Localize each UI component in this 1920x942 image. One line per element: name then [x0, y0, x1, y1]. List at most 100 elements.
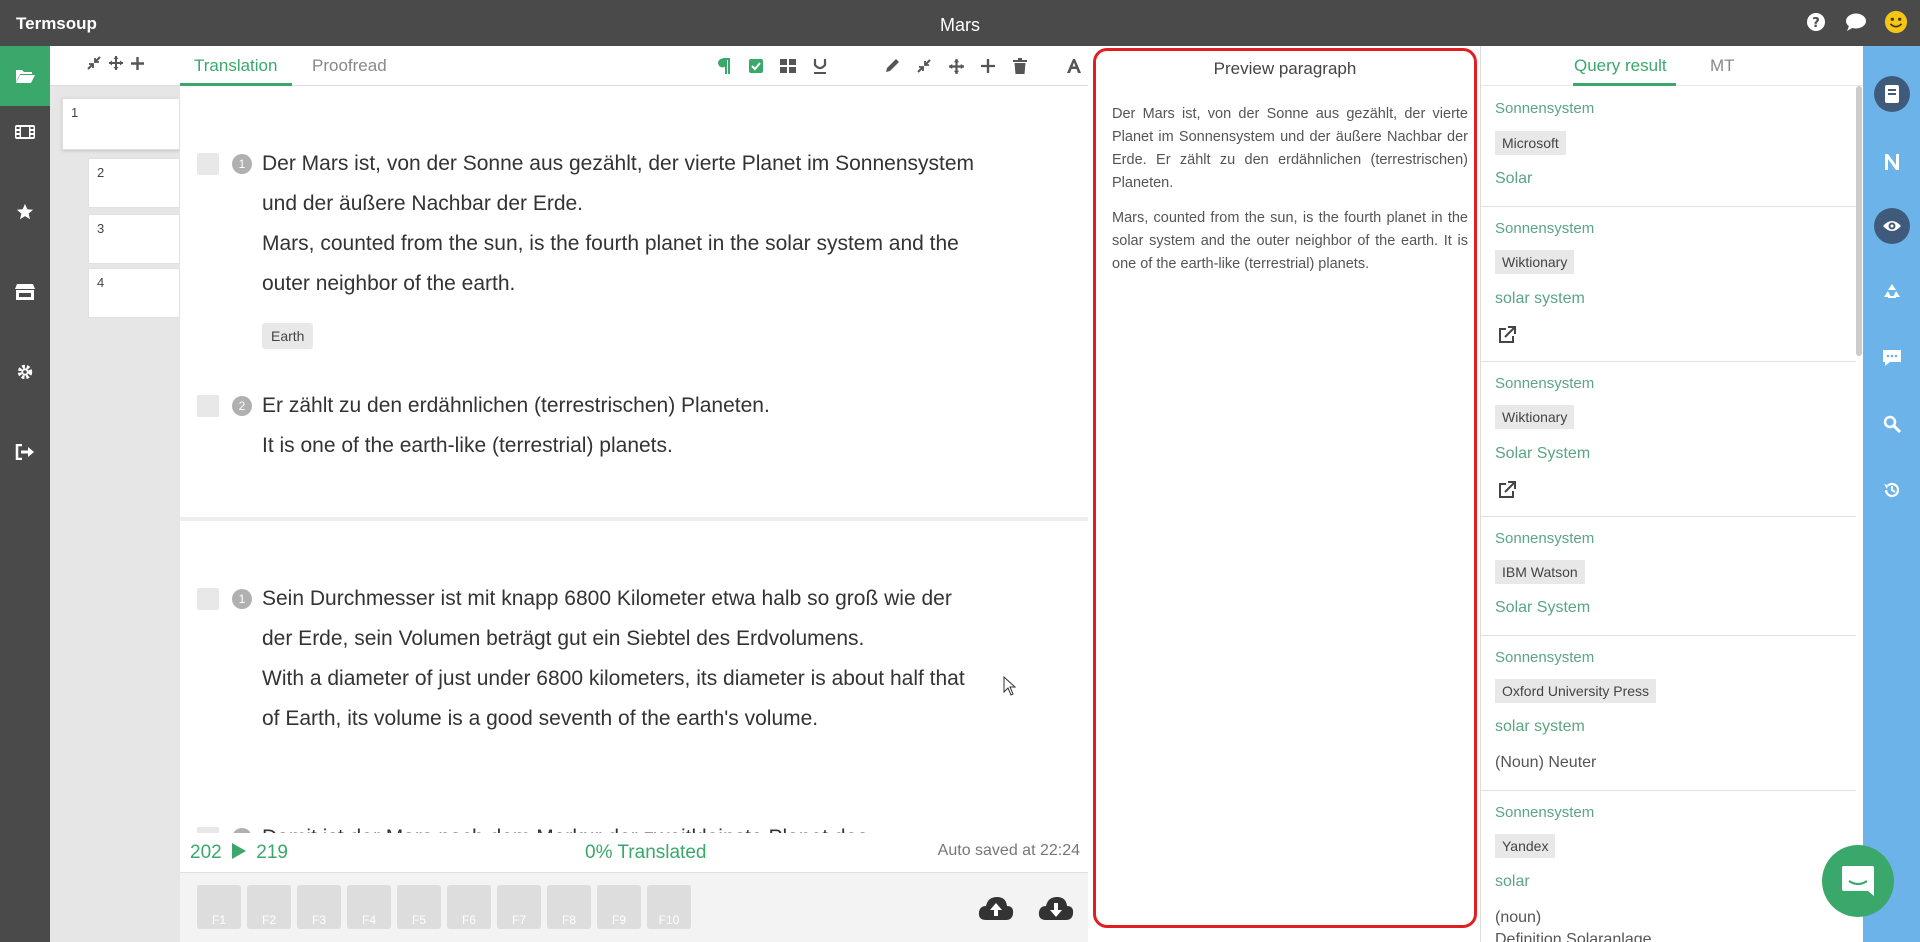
- term-chip[interactable]: Earth: [262, 323, 314, 349]
- page-thumb[interactable]: 4: [88, 268, 180, 318]
- move-icon[interactable]: [946, 54, 966, 78]
- segment-source[interactable]: Damit ist der Mars nach dem Merkur der z…: [262, 818, 982, 833]
- segment-target[interactable]: With a diameter of just under 6800 kilom…: [262, 659, 982, 739]
- comment-icon[interactable]: [1863, 338, 1920, 378]
- chat-icon: [1842, 866, 1874, 896]
- query-result-card[interactable]: Sonnensystem IBM Watson Solar System: [1481, 517, 1856, 636]
- plus-icon[interactable]: [130, 56, 144, 75]
- paragraph-icon[interactable]: [714, 54, 734, 78]
- active-tab-indicator: [180, 83, 292, 86]
- plus-icon[interactable]: [978, 54, 998, 78]
- external-link-icon[interactable]: [1497, 325, 1519, 347]
- segment-number: 2: [232, 828, 252, 833]
- preview-target-text: Mars, counted from the sun, is the fourt…: [1112, 210, 1468, 272]
- function-key[interactable]: F2: [247, 885, 291, 929]
- function-key[interactable]: F1: [197, 885, 241, 929]
- star-icon[interactable]: [0, 182, 50, 242]
- result-note: Definition Solaranlage: [1495, 931, 1652, 942]
- support-chat-button[interactable]: [1822, 845, 1894, 917]
- font-icon[interactable]: [1064, 54, 1084, 78]
- query-result-card[interactable]: Sonnensystem Wiktionary solar system: [1481, 207, 1856, 362]
- segment-source[interactable]: Er zählt zu den erdähnlichen (terrestris…: [262, 386, 982, 426]
- tab-mt[interactable]: MT: [1710, 56, 1735, 76]
- compress-icon[interactable]: [86, 56, 101, 75]
- result-note: (noun): [1495, 909, 1542, 926]
- sign-out-icon[interactable]: [0, 422, 50, 482]
- recycle-icon[interactable]: [1863, 272, 1920, 312]
- function-key[interactable]: F3: [297, 885, 341, 929]
- result-target[interactable]: Solar System: [1495, 445, 1590, 463]
- result-source: Wiktionary: [1495, 250, 1575, 274]
- mouse-cursor: [1003, 675, 1017, 696]
- search-icon[interactable]: [1863, 404, 1920, 444]
- left-nav: [0, 46, 50, 942]
- compress-icon[interactable]: [914, 54, 934, 78]
- translation-progress: 0% Translated: [585, 842, 707, 863]
- preview-title: Preview paragraph: [1213, 59, 1357, 78]
- pencil-icon[interactable]: [882, 54, 902, 78]
- result-target[interactable]: solar system: [1495, 290, 1585, 308]
- store-icon[interactable]: [0, 262, 50, 322]
- function-key[interactable]: F8: [547, 885, 591, 929]
- result-target[interactable]: solar system: [1495, 718, 1585, 736]
- cloud-download-icon[interactable]: [1038, 893, 1074, 923]
- page-thumb[interactable]: 2: [88, 158, 180, 208]
- tab-proofread[interactable]: Proofread: [312, 56, 387, 76]
- check-square-icon[interactable]: [746, 54, 766, 78]
- query-result-card[interactable]: Sonnensystem Microsoft Solar: [1481, 87, 1856, 207]
- query-scrollbar[interactable]: [1856, 86, 1862, 356]
- result-target[interactable]: Solar System: [1495, 599, 1590, 617]
- result-term: Sonnensystem: [1495, 375, 1595, 392]
- page-thumb[interactable]: 1: [62, 98, 180, 150]
- film-icon[interactable]: [0, 102, 50, 162]
- function-key[interactable]: F7: [497, 885, 541, 929]
- query-result-card[interactable]: Sonnensystem Wiktionary Solar System: [1481, 362, 1856, 517]
- segment-checkbox[interactable]: [197, 827, 219, 833]
- segment-checkbox[interactable]: [197, 588, 219, 610]
- notebook-icon[interactable]: [1863, 74, 1920, 114]
- eye-icon[interactable]: [1863, 206, 1920, 246]
- tab-query-result[interactable]: Query result: [1574, 56, 1667, 76]
- autosave-status: Auto saved at 22:24: [937, 842, 1080, 859]
- underline-icon[interactable]: [810, 54, 830, 78]
- segment-source[interactable]: Der Mars ist, von der Sonne aus gezählt,…: [262, 144, 982, 224]
- segment-checkbox[interactable]: [197, 153, 219, 175]
- result-target[interactable]: Solar: [1495, 170, 1532, 188]
- page-thumb[interactable]: 3: [88, 214, 180, 264]
- function-key[interactable]: F4: [347, 885, 391, 929]
- top-bar: Termsoup Mars ?: [0, 0, 1920, 46]
- segment-source[interactable]: Sein Durchmesser ist mit knapp 6800 Kilo…: [262, 579, 982, 659]
- function-key[interactable]: F10: [647, 885, 691, 929]
- query-tabs: Query result MT: [1481, 46, 1864, 86]
- query-result-card[interactable]: Sonnensystem Yandex solar (noun) Definit…: [1481, 791, 1856, 942]
- editor-tabs: Translation Proofread: [180, 46, 1088, 86]
- segment-checkbox[interactable]: [197, 395, 219, 417]
- segment-target[interactable]: Mars, counted from the sun, is the fourt…: [262, 224, 982, 304]
- function-key[interactable]: F6: [447, 885, 491, 929]
- folder-open-icon[interactable]: [0, 46, 50, 106]
- history-icon[interactable]: [1863, 470, 1920, 510]
- preview-paragraph-panel: Preview paragraph Der Mars ist, von der …: [1093, 48, 1477, 928]
- external-link-icon[interactable]: [1497, 480, 1519, 502]
- result-source: IBM Watson: [1495, 560, 1585, 584]
- move-icon[interactable]: [108, 56, 123, 75]
- function-key[interactable]: F5: [397, 885, 441, 929]
- preview-source-text: Der Mars ist, von der Sonne aus gezählt,…: [1112, 106, 1468, 191]
- segment-number: 1: [232, 589, 252, 609]
- query-result-card[interactable]: Sonnensystem Oxford University Press sol…: [1481, 636, 1856, 791]
- gear-icon[interactable]: [0, 342, 50, 402]
- paragraph-card: 1 Sein Durchmesser ist mit knapp 6800 Ki…: [180, 521, 1088, 833]
- result-target[interactable]: solar: [1495, 873, 1530, 891]
- grid-icon[interactable]: [778, 54, 798, 78]
- n-icon[interactable]: [1863, 142, 1920, 182]
- function-key[interactable]: F9: [597, 885, 641, 929]
- chat-icon[interactable]: [1844, 10, 1868, 34]
- segment-target[interactable]: It is one of the earth-like (terrestrial…: [262, 426, 982, 466]
- smiley-icon[interactable]: [1884, 10, 1908, 34]
- help-icon[interactable]: ?: [1804, 10, 1828, 34]
- play-icon[interactable]: [231, 842, 247, 860]
- trash-icon[interactable]: [1010, 54, 1030, 78]
- preview-body: Der Mars ist, von der Sonne aus gezählt,…: [1112, 103, 1468, 288]
- cloud-upload-icon[interactable]: [978, 893, 1014, 923]
- tab-translation[interactable]: Translation: [194, 56, 277, 76]
